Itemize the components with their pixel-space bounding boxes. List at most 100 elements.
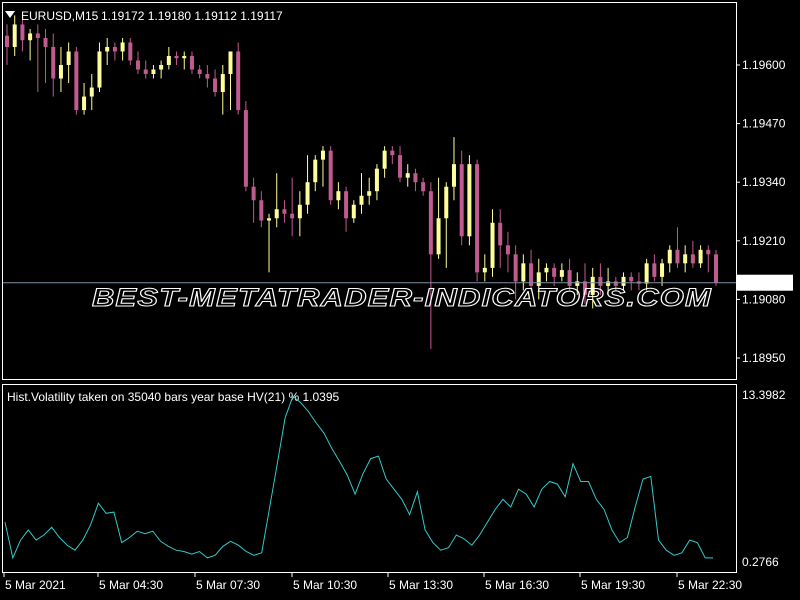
- candle-body: [97, 51, 102, 88]
- candle-body: [159, 65, 164, 70]
- candle-body: [105, 46, 110, 52]
- price-tick-label: 1.18950: [742, 351, 786, 365]
- candle-body: [475, 164, 480, 273]
- time-tick-label: 5 Mar 10:30: [293, 578, 357, 592]
- candle-body: [559, 270, 564, 277]
- candle-body: [459, 164, 464, 237]
- candle-body: [305, 182, 310, 205]
- candle-body: [398, 155, 403, 178]
- candle-body: [5, 35, 9, 47]
- candle-body: [467, 164, 472, 237]
- candle-body: [282, 209, 287, 214]
- price-tick-label: 1.19470: [742, 117, 786, 131]
- candle-body: [521, 263, 526, 282]
- axes: 1.19600 1.19470 1.19340 1.19210 1.19080 1.189…: [3, 58, 793, 592]
- candle-body: [690, 254, 695, 264]
- candle-body: [644, 263, 649, 284]
- candle-body: [544, 267, 549, 273]
- candle-body: [182, 55, 187, 59]
- candle-body: [66, 51, 71, 65]
- candle-body: [189, 55, 194, 70]
- candle-body: [313, 159, 318, 183]
- candle-body: [297, 204, 302, 219]
- candle-body: [359, 195, 364, 205]
- candle-body: [513, 254, 518, 282]
- candle-body: [436, 218, 441, 255]
- volatility-series: [4, 395, 713, 560]
- candle-body: [374, 168, 379, 192]
- candle-body: [174, 55, 179, 59]
- watermark: BEST-METATRADER-INDICATORS.COM: [92, 284, 712, 312]
- price-tick-label: 1.19080: [742, 292, 786, 306]
- candle-body: [236, 51, 241, 111]
- candle-body: [498, 222, 503, 246]
- candle-body: [228, 51, 233, 75]
- candle-body: [629, 276, 634, 282]
- ohlc-values: 1.19172 1.19180 1.19112 1.19117: [101, 9, 283, 23]
- candle-body: [290, 213, 295, 219]
- candle-body: [243, 110, 248, 187]
- candle-body: [482, 267, 487, 273]
- candle-body: [698, 249, 703, 264]
- candle-body: [43, 37, 48, 47]
- time-tick-label: 5 Mar 22:30: [678, 578, 742, 592]
- time-tick-label: 5 Mar 07:30: [196, 578, 260, 592]
- candle-body: [82, 96, 87, 111]
- candle-body: [405, 173, 410, 178]
- candle-body: [151, 69, 156, 75]
- time-tick-label: 5 Mar 2021: [5, 578, 66, 592]
- candle-body: [660, 263, 665, 277]
- chart-menu-triangle-icon[interactable]: [5, 11, 15, 18]
- candle-body: [28, 33, 33, 41]
- volatility-line: [4, 395, 713, 560]
- time-tick-label: 5 Mar 19:30: [581, 578, 645, 592]
- candle-body: [51, 46, 56, 79]
- candle-body: [367, 191, 372, 196]
- current-price-label: 1.19117: [741, 276, 784, 290]
- candle-body: [706, 249, 711, 255]
- candle-body: [267, 218, 272, 221]
- candle-body: [205, 74, 210, 79]
- indicator-title: Hist.Volatility taken on 35040 bars year…: [7, 390, 340, 404]
- candle-body: [89, 87, 94, 97]
- candle-body: [320, 150, 325, 160]
- candle-body: [259, 200, 264, 221]
- candle-body: [675, 249, 680, 264]
- candle-body: [74, 51, 79, 111]
- candle-body: [652, 263, 657, 277]
- time-tick-label: 5 Mar 16:30: [485, 578, 549, 592]
- candle-body: [251, 186, 256, 201]
- candle-body: [667, 249, 672, 264]
- candle-body: [683, 254, 688, 264]
- candle-body: [714, 254, 718, 283]
- price-tick-label: 1.19340: [742, 175, 786, 189]
- candle-body: [344, 191, 349, 219]
- candle-body: [413, 173, 418, 183]
- candle-body: [390, 150, 395, 156]
- candle-body: [128, 42, 133, 61]
- candle-body: [505, 245, 510, 255]
- candle-body: [136, 60, 141, 70]
- candle-body: [143, 69, 148, 75]
- candle-body: [213, 78, 218, 93]
- candle-body: [197, 69, 202, 75]
- candle-body: [336, 191, 341, 201]
- candle-body: [112, 46, 117, 52]
- price-tick-label: 1.19210: [742, 234, 786, 248]
- candle-body: [166, 55, 171, 65]
- candle-body: [490, 222, 495, 268]
- price-tick-label: 1.19600: [742, 58, 786, 72]
- candle-body: [444, 186, 449, 219]
- time-tick-label: 5 Mar 04:30: [99, 578, 163, 592]
- candle-body: [35, 33, 40, 38]
- candle-body: [351, 204, 356, 219]
- volatility-tick-label: 0.2766: [742, 555, 779, 569]
- candle-body: [58, 65, 63, 79]
- volatility-tick-label: 13.3982: [742, 388, 786, 402]
- metatrader-chart[interactable]: EURUSD,M15 1.19172 1.19180 1.19112 1.191…: [0, 0, 800, 600]
- candle-body: [20, 24, 25, 41]
- candle-body: [220, 74, 225, 93]
- candle-body: [274, 209, 279, 219]
- candle-body: [421, 182, 426, 192]
- candle-body: [12, 24, 17, 47]
